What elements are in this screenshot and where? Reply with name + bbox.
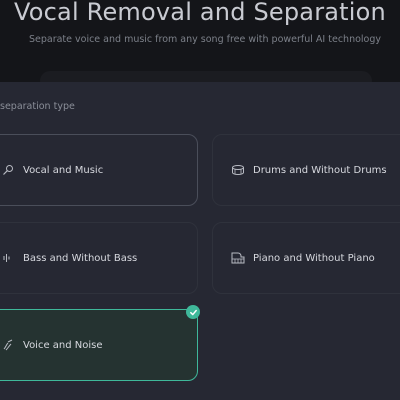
drum-icon	[231, 163, 245, 177]
noise-wave-icon	[1, 338, 15, 352]
bass-waveform-icon	[1, 251, 15, 265]
option-label: Bass and Without Bass	[23, 252, 138, 264]
option-voice-and-noise[interactable]: Voice and Noise	[0, 309, 198, 381]
microphone-icon	[1, 163, 15, 177]
option-label: Piano and Without Piano	[253, 252, 375, 264]
selected-check-icon	[186, 305, 200, 319]
option-piano[interactable]: Piano and Without Piano	[212, 222, 400, 294]
piano-icon	[231, 251, 245, 265]
option-drums[interactable]: Drums and Without Drums	[212, 134, 400, 206]
option-label: Vocal and Music	[23, 164, 104, 176]
option-vocal-and-music[interactable]: Vocal and Music	[0, 134, 198, 206]
option-label: Drums and Without Drums	[253, 164, 387, 176]
page-subtitle: Separate voice and music from any song f…	[28, 34, 382, 45]
page: Vocal Removal and Separation Separate vo…	[0, 0, 400, 400]
option-label: Voice and Noise	[23, 339, 103, 351]
page-title: Vocal Removal and Separation	[14, 0, 386, 26]
section-label: separation type	[0, 101, 75, 112]
option-bass[interactable]: Bass and Without Bass	[0, 222, 198, 294]
